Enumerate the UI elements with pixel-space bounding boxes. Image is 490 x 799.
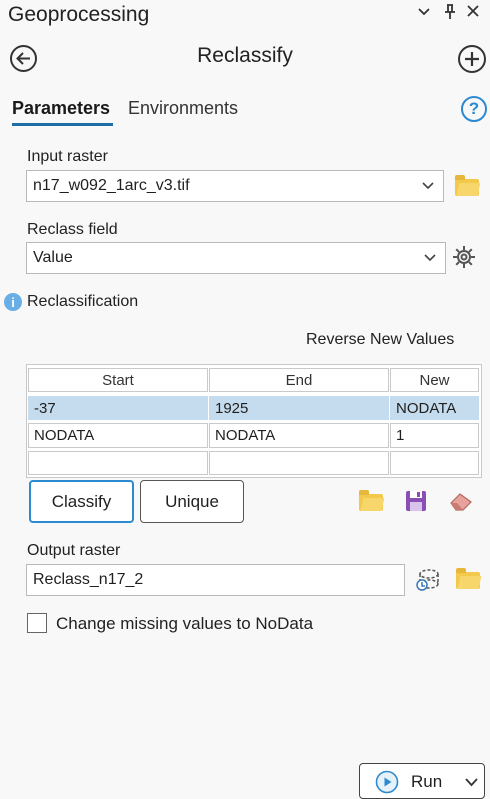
table-cell[interactable]	[209, 451, 389, 475]
table-cell[interactable]: 1925	[209, 396, 389, 420]
missing-values-label: Change missing values to NoData	[56, 614, 314, 633]
load-folder-icon[interactable]	[359, 490, 383, 511]
chevron-down-icon[interactable]	[465, 777, 478, 787]
column-header-end[interactable]: End	[209, 368, 389, 392]
info-glyph: i	[11, 294, 15, 310]
run-label: Run	[411, 772, 443, 791]
reclass-table: Start End New -37 1925 NODATA NODATA NOD…	[26, 364, 482, 478]
table-cell[interactable]	[390, 451, 479, 475]
chevron-down-icon	[422, 182, 434, 190]
add-tool-button[interactable]	[458, 45, 486, 73]
help-icon[interactable]: ?	[461, 96, 487, 122]
close-icon[interactable]	[466, 4, 480, 24]
chevron-down-icon[interactable]	[418, 4, 430, 24]
classify-button[interactable]: Classify	[29, 480, 134, 523]
table-cell[interactable]	[28, 451, 208, 475]
pin-icon[interactable]	[444, 4, 456, 26]
tab-environments[interactable]: Environments	[128, 98, 238, 119]
chevron-down-icon	[424, 254, 436, 262]
output-raster-label: Output raster	[27, 542, 121, 559]
column-header-start[interactable]: Start	[28, 368, 208, 392]
output-raster-value: Reclass_n17_2	[33, 571, 144, 588]
reverse-new-values-button[interactable]: Reverse New Values	[306, 331, 454, 349]
info-icon[interactable]: i	[4, 293, 22, 311]
run-button[interactable]: Run	[359, 763, 485, 799]
input-raster-label: Input raster	[27, 148, 108, 165]
eraser-icon[interactable]	[448, 490, 474, 517]
pane-title: Geoprocessing	[8, 3, 150, 26]
reclassification-label: Reclassification	[27, 293, 139, 310]
tab-parameters[interactable]: Parameters	[12, 98, 110, 119]
input-raster-value: n17_w092_1arc_v3.tif	[33, 177, 190, 194]
gear-icon[interactable]	[452, 245, 476, 274]
browse-folder-icon[interactable]	[456, 568, 480, 589]
reclass-field-label: Reclass field	[27, 221, 118, 238]
input-raster-dropdown[interactable]: n17_w092_1arc_v3.tif	[26, 170, 444, 202]
table-cell[interactable]: 1	[390, 423, 479, 448]
tool-title: Reclassify	[197, 44, 293, 67]
table-cell[interactable]: NODATA	[390, 396, 479, 420]
output-raster-input[interactable]: Reclass_n17_2	[26, 564, 405, 596]
help-glyph: ?	[468, 99, 480, 118]
plus-circle-icon	[465, 52, 479, 66]
table-cell[interactable]: NODATA	[209, 423, 389, 448]
unique-button[interactable]: Unique	[140, 480, 244, 523]
tab-underline	[12, 123, 113, 126]
table-cell[interactable]: -37	[28, 396, 208, 420]
reclass-field-value: Value	[33, 249, 73, 266]
play-icon	[375, 770, 399, 794]
column-header-new[interactable]: New	[390, 368, 479, 392]
reclass-field-dropdown[interactable]: Value	[26, 242, 446, 274]
geodatabase-icon[interactable]	[415, 568, 441, 597]
table-cell[interactable]: NODATA	[28, 423, 208, 448]
missing-values-checkbox[interactable]	[27, 613, 47, 633]
browse-folder-icon[interactable]	[455, 175, 479, 196]
save-icon[interactable]	[405, 490, 427, 517]
